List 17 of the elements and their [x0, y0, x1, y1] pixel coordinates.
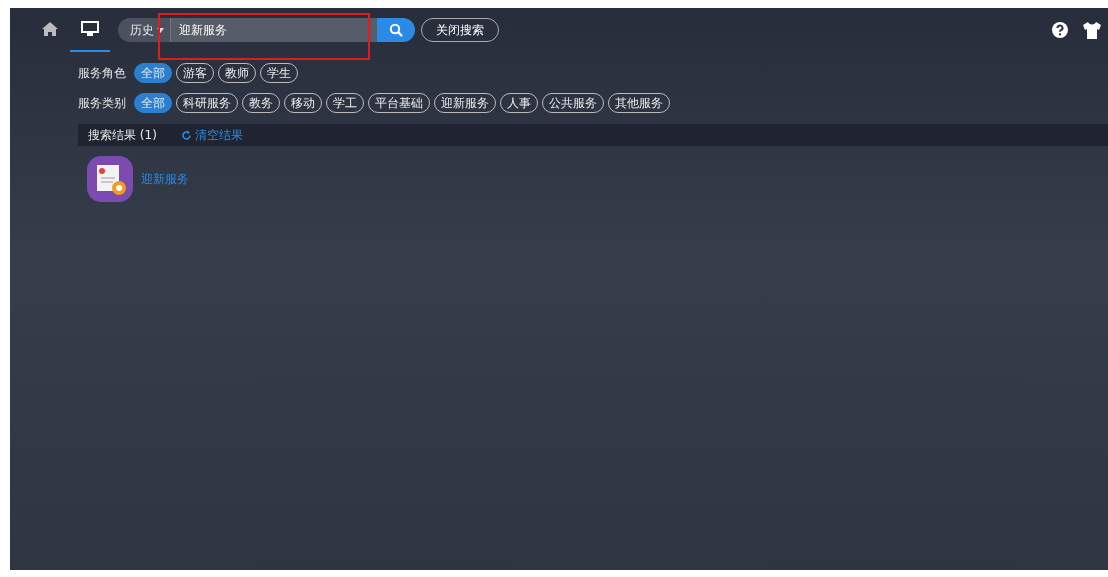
filter-chip[interactable]: 全部	[134, 93, 172, 113]
filter-label: 服务类别	[78, 94, 126, 112]
filter-label: 服务角色	[78, 64, 126, 82]
monitor-icon	[81, 21, 99, 37]
filter-chip[interactable]: 全部	[134, 63, 172, 83]
certificate-icon	[87, 156, 133, 202]
shirt-icon[interactable]	[1082, 21, 1102, 39]
search-field[interactable]: 迎新服务	[170, 18, 377, 42]
help-icon[interactable]	[1052, 22, 1068, 38]
results-title: 搜索结果 (1)	[88, 126, 157, 144]
search-button[interactable]	[377, 18, 415, 42]
caret-icon	[157, 27, 164, 33]
refresh-icon	[180, 129, 192, 141]
search-icon	[389, 23, 403, 37]
clear-results-link[interactable]: 清空结果	[180, 126, 243, 144]
home-icon	[41, 21, 59, 37]
history-dropdown[interactable]: 历史	[118, 18, 170, 42]
